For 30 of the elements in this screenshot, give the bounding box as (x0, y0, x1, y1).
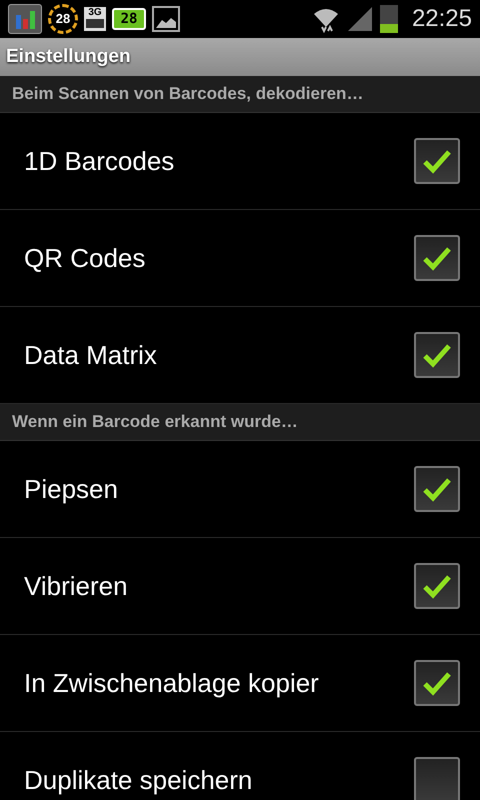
check-icon (422, 476, 452, 502)
counter-icon: 28 (112, 8, 146, 30)
battery-icon (380, 5, 398, 33)
section-header: Beim Scannen von Barcodes, dekodieren… (0, 76, 480, 113)
checkbox[interactable] (414, 235, 460, 281)
preference-row[interactable]: In Zwischenablage kopier (0, 635, 480, 732)
checkbox[interactable] (414, 138, 460, 184)
check-icon (422, 245, 452, 271)
preference-row[interactable]: Piepsen (0, 441, 480, 538)
check-icon (422, 670, 452, 696)
chart-icon (8, 4, 42, 34)
section-header: Wenn ein Barcode erkannt wurde… (0, 404, 480, 441)
preference-row[interactable]: Duplikate speichern (0, 732, 480, 800)
preference-row[interactable]: Vibrieren (0, 538, 480, 635)
image-icon (152, 6, 180, 32)
checkbox[interactable] (414, 660, 460, 706)
signal-icon (346, 5, 374, 33)
dial-icon: 28 (48, 4, 78, 34)
check-icon (422, 148, 452, 174)
clock: 22:25 (412, 4, 472, 34)
check-icon (422, 342, 452, 368)
checkbox[interactable] (414, 757, 460, 800)
checkbox[interactable] (414, 332, 460, 378)
check-icon (422, 573, 452, 599)
preference-row[interactable]: QR Codes (0, 210, 480, 307)
checkbox[interactable] (414, 466, 460, 512)
preference-row[interactable]: 1D Barcodes (0, 113, 480, 210)
screen-title: Einstellungen (6, 44, 131, 69)
network-icon: 3G (84, 7, 106, 31)
checkbox[interactable] (414, 563, 460, 609)
